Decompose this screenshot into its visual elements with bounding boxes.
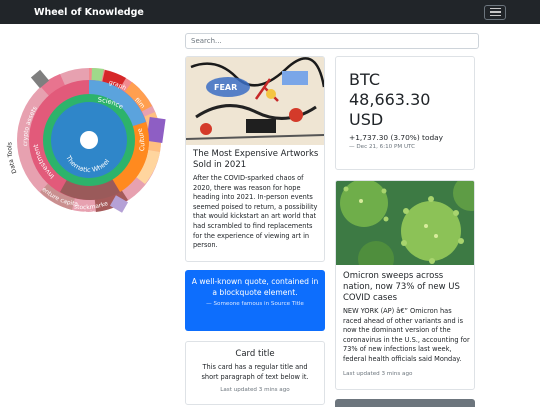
btc-currency: USD [349, 110, 384, 129]
plain-card: Card title This card has a regular title… [185, 341, 325, 405]
search-input[interactable] [185, 33, 479, 49]
quote-attribution: — Someone famous in Source Title [206, 301, 304, 308]
omicron-card-text: NEW YORK (AP) â€” Omicron has raced ahea… [343, 307, 470, 363]
omicron-card-updated: Last updated 3 mins ago [343, 370, 413, 377]
plain-card-updated: Last updated 3 mins ago [220, 387, 290, 394]
artwork-card[interactable]: FEAR The Most Expensive Artworks Sold in… [185, 56, 325, 262]
svg-text:FEAR: FEAR [214, 83, 237, 92]
navbar: Wheel of Knowledge [0, 0, 540, 24]
virus-image [336, 181, 474, 265]
artwork-image: FEAR [186, 57, 324, 145]
plain-card-title: Card title [235, 349, 275, 359]
omicron-card[interactable]: Omicron sweeps across nation, now 73% of… [335, 180, 475, 390]
sunburst-chart: Thematic Wheel Science Culture Investmen… [6, 67, 166, 218]
sunburst-hole [80, 131, 98, 149]
btc-card: BTC 48,663.30 USD +1,737.30 (3.70%) toda… [335, 56, 475, 170]
artwork-card-text: After the COVID-sparked chaos of 2020, t… [193, 174, 318, 250]
data-tools-label: Data Tools [6, 142, 18, 174]
quote-card: A well-known quote, contained in a block… [185, 270, 325, 331]
navbar-toggler-icon[interactable] [484, 4, 506, 20]
btc-price: 48,663.30 [349, 90, 431, 109]
btc-symbol: BTC [349, 70, 380, 89]
navbar-brand[interactable]: Wheel of Knowledge [34, 7, 144, 18]
partial-card [335, 399, 475, 407]
omicron-card-title[interactable]: Omicron sweeps across nation, now 73% of… [343, 271, 471, 304]
svg-text:Data Tools: Data Tools [6, 142, 18, 174]
btc-change: +1,737.30 (3.70%) today [349, 133, 444, 142]
quote-text: A well-known quote, contained in a block… [191, 277, 319, 297]
plain-card-text: This card has a regular title and short … [201, 363, 309, 381]
artwork-card-title[interactable]: The Most Expensive Artworks Sold in 2021 [193, 149, 321, 171]
btc-timestamp: — Dec 21, 6:10 PM UTC [349, 144, 416, 150]
